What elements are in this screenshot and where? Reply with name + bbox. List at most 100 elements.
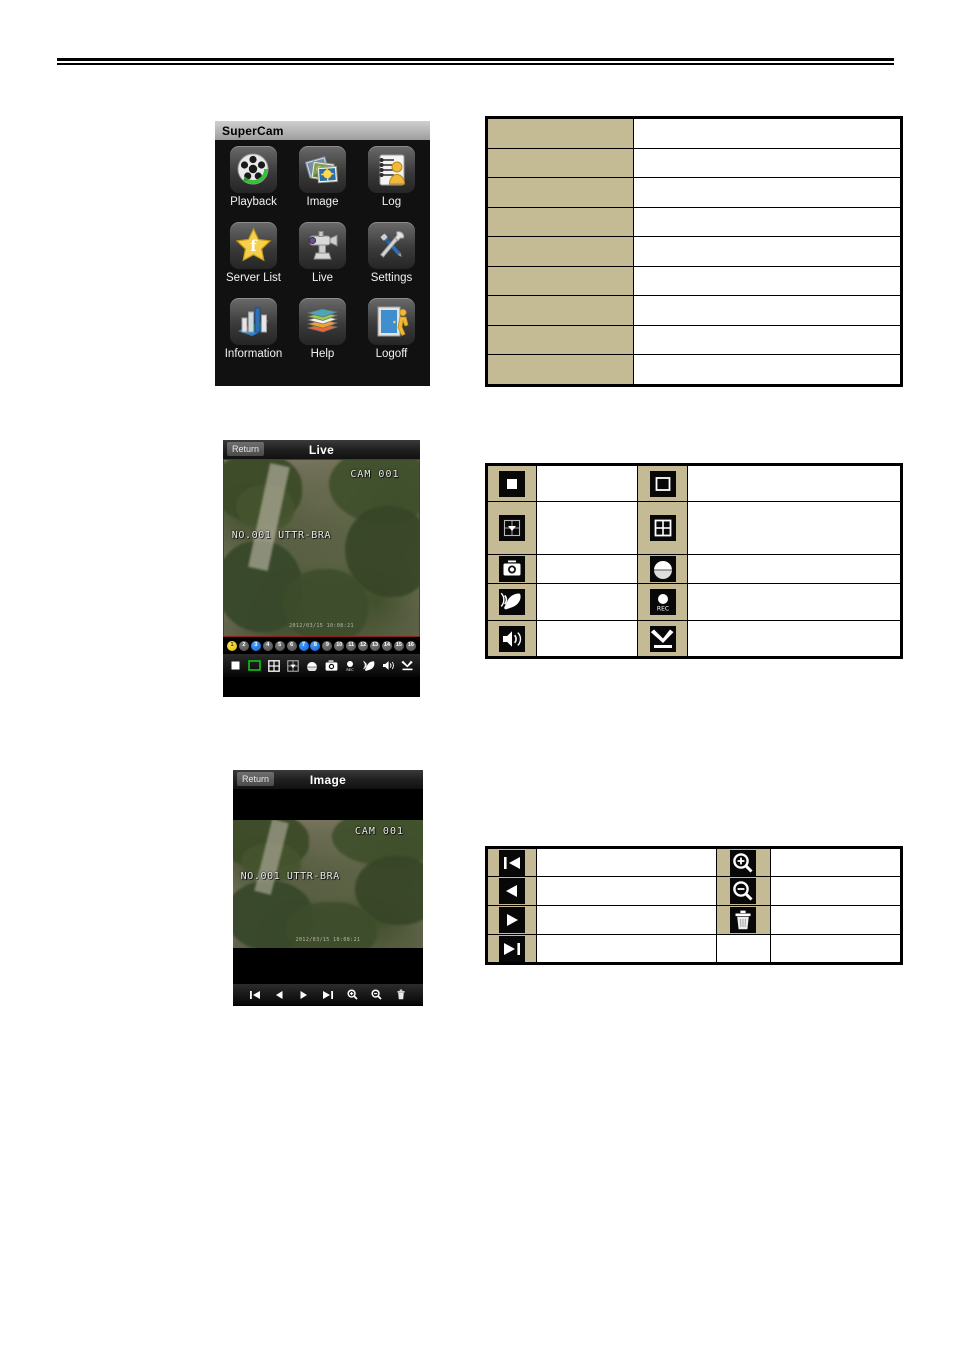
channel-dot[interactable]: 16 xyxy=(405,640,416,651)
channel-dot[interactable]: 12 xyxy=(358,640,369,651)
channel-dot[interactable]: 1 xyxy=(227,640,237,651)
table-cell-label xyxy=(485,295,635,326)
channel-dot[interactable]: 14 xyxy=(381,640,392,651)
live-toolbar[interactable]: REC xyxy=(223,654,420,677)
playback-icon xyxy=(230,146,277,193)
menu-item-live[interactable]: Live xyxy=(288,222,357,298)
four-split-screen-icon xyxy=(649,515,676,541)
table-icon-cell xyxy=(485,501,538,555)
channel-dot[interactable]: 8 xyxy=(310,640,321,651)
table-cell-description xyxy=(633,295,902,326)
channel-dot-strip[interactable]: 1 2 3 4 5 6 7 8 9 10 11 12 13 14 15 16 xyxy=(223,637,420,654)
server-list-icon: f xyxy=(230,222,277,269)
live-video-view[interactable]: CAM 001 NO.001 UTTR-BRA 2012/03/15 10:08… xyxy=(223,459,420,637)
image-toolbar[interactable] xyxy=(233,984,423,1005)
ptz-icon xyxy=(499,515,526,541)
menu-label-logoff: Logoff xyxy=(375,348,408,360)
first-image-icon xyxy=(499,849,526,876)
table-icon-cell xyxy=(485,876,538,906)
stop-icon xyxy=(499,470,526,497)
table-cell-label xyxy=(485,117,635,149)
table-icon-cell xyxy=(485,583,538,621)
menu-label-playback: Playback xyxy=(230,196,277,208)
last-image-icon[interactable] xyxy=(321,988,335,1002)
table-row xyxy=(485,177,902,208)
live-title-bar: Return Live xyxy=(223,440,420,459)
table-cell-description xyxy=(536,847,717,877)
menu-label-server-list: Server List xyxy=(226,272,281,284)
table-icon-cell xyxy=(485,554,538,584)
channel-dot[interactable]: 9 xyxy=(322,640,333,651)
menu-item-settings[interactable]: Settings xyxy=(357,222,426,298)
channel-dot[interactable]: 2 xyxy=(238,640,249,651)
audio-icon[interactable] xyxy=(381,659,395,673)
channel-dot[interactable]: 13 xyxy=(370,640,381,651)
table-cell-description xyxy=(687,501,902,555)
supercam-icon-grid: Playback Image Log f Server List Live Se… xyxy=(215,140,430,378)
zoom-out-icon[interactable] xyxy=(370,988,384,1002)
previous-image-icon[interactable] xyxy=(272,988,286,1002)
table-row xyxy=(485,620,902,658)
menu-item-playback[interactable]: Playback xyxy=(219,146,288,222)
previous-image-icon xyxy=(499,878,526,904)
zoom-in-icon[interactable] xyxy=(345,988,359,1002)
channel-dot[interactable]: 3 xyxy=(250,640,261,651)
dome-icon[interactable] xyxy=(305,659,319,673)
table-row xyxy=(485,876,902,906)
single-screen-icon xyxy=(649,470,676,497)
ptz-icon[interactable] xyxy=(286,659,300,673)
channel-dot[interactable]: 6 xyxy=(286,640,297,651)
channel-dot[interactable]: 4 xyxy=(262,640,273,651)
table-icon-cell xyxy=(715,876,772,906)
exit-icon[interactable] xyxy=(400,659,414,673)
record-icon[interactable]: REC xyxy=(343,659,357,673)
live-table-body: REC xyxy=(485,464,902,658)
svg-text:REC: REC xyxy=(657,606,669,613)
image-camera-label: CAM 001 xyxy=(354,826,404,838)
menu-item-log[interactable]: Log xyxy=(357,146,426,222)
return-button[interactable]: Return xyxy=(227,442,265,456)
table-cell-description xyxy=(536,876,717,906)
menu-item-help[interactable]: Help xyxy=(288,298,357,374)
channel-dot[interactable]: 11 xyxy=(346,640,357,651)
menu-label-settings: Settings xyxy=(370,272,413,284)
image-photo-view[interactable]: CAM 001 NO.001 UTTR-BRA 2012/03/15 10:08… xyxy=(233,820,423,948)
channel-dot[interactable]: 10 xyxy=(334,640,345,651)
table-row xyxy=(485,206,902,237)
return-button[interactable]: Return xyxy=(237,772,275,786)
table-icon-cell xyxy=(637,464,689,502)
live-channel-label: NO.001 UTTR-BRA xyxy=(231,530,332,542)
table-icon-cell xyxy=(485,905,538,935)
menu-item-information[interactable]: Information xyxy=(219,298,288,374)
snapshot-icon[interactable] xyxy=(324,659,338,673)
table-icon-cell xyxy=(715,905,772,935)
table-cell-label xyxy=(485,147,635,178)
menu-item-image[interactable]: Image xyxy=(288,146,357,222)
main-menu-description-table xyxy=(485,116,903,387)
play-icon[interactable] xyxy=(297,988,311,1002)
four-split-screen-icon[interactable] xyxy=(267,659,281,673)
menu-item-logoff[interactable]: Logoff xyxy=(357,298,426,374)
table-row xyxy=(485,354,902,386)
live-camera-label: CAM 001 xyxy=(350,468,400,480)
channel-dot[interactable]: 5 xyxy=(274,640,285,651)
table-cell-description xyxy=(536,905,717,935)
channel-dot[interactable]: 15 xyxy=(393,640,404,651)
delete-icon[interactable] xyxy=(394,988,408,1002)
table-cell-description xyxy=(633,236,902,267)
talk-icon[interactable] xyxy=(362,659,376,673)
single-screen-icon[interactable] xyxy=(248,659,262,673)
menu-item-server-list[interactable]: f Server List xyxy=(219,222,288,298)
zoom-in-icon xyxy=(730,849,757,876)
table-row xyxy=(485,501,902,555)
play-icon xyxy=(499,907,526,933)
table-icon-cell xyxy=(485,464,538,502)
first-image-icon[interactable] xyxy=(248,988,262,1002)
channel-dot[interactable]: 7 xyxy=(298,640,309,651)
table-cell-description xyxy=(770,934,902,964)
table-cell-description xyxy=(687,554,902,584)
table-cell-description xyxy=(536,934,717,964)
table-cell-description xyxy=(770,905,902,935)
menu-label-image: Image xyxy=(306,196,339,208)
stop-icon[interactable] xyxy=(229,659,243,673)
